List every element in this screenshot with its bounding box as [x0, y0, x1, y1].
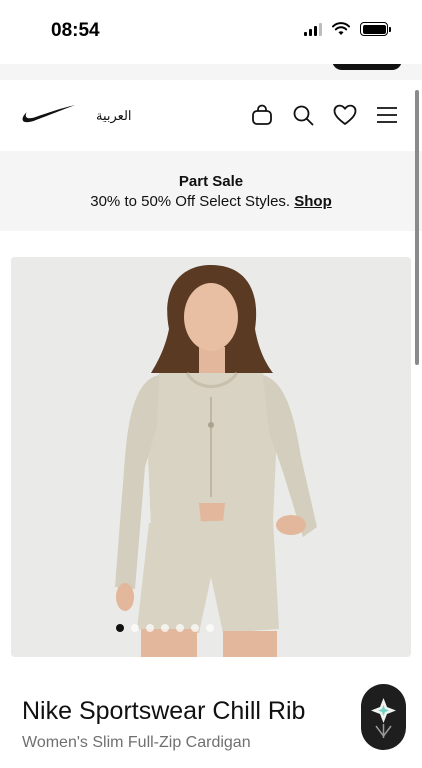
- bag-icon[interactable]: [251, 104, 273, 126]
- search-icon[interactable]: [292, 104, 314, 126]
- language-link[interactable]: العربية: [96, 108, 132, 124]
- carousel-dot[interactable]: [176, 624, 184, 632]
- product-image-carousel[interactable]: [11, 257, 411, 657]
- nike-swoosh-logo[interactable]: [22, 104, 76, 124]
- wifi-icon: [332, 22, 350, 35]
- assistant-badge[interactable]: [361, 684, 406, 750]
- product-subtitle: Women's Slim Full-Zip Cardigan: [22, 734, 251, 751]
- carousel-dot[interactable]: [116, 624, 124, 632]
- heart-icon[interactable]: [333, 104, 357, 126]
- partial-button[interactable]: [332, 64, 402, 70]
- carousel-dot[interactable]: [161, 624, 169, 632]
- promo-text: 30% to 50% Off Select Styles.: [90, 193, 295, 210]
- battery-icon: [360, 22, 391, 36]
- signal-icon: [304, 22, 322, 36]
- carousel-dot[interactable]: [131, 624, 139, 632]
- promo-title: Part Sale: [178, 173, 244, 190]
- product-photo: [11, 257, 411, 657]
- carousel-dot[interactable]: [146, 624, 154, 632]
- carousel-dot[interactable]: [206, 624, 214, 632]
- carousel-dots: [11, 624, 411, 632]
- shop-link[interactable]: Shop: [294, 193, 332, 210]
- site-header: العربية: [0, 80, 422, 150]
- status-icons: [304, 22, 391, 36]
- carousel-dot[interactable]: [191, 624, 199, 632]
- product-name: Nike Sportswear Chill Rib: [22, 697, 306, 725]
- sparkle-icon: [371, 698, 396, 738]
- top-strip: [0, 64, 422, 80]
- promo-banner: Part Sale 30% to 50% Off Select Styles. …: [0, 151, 422, 231]
- status-bar: 08:54: [0, 0, 422, 64]
- promo-text-line: 30% to 50% Off Select Styles. Shop: [0, 193, 422, 210]
- page-scrollbar[interactable]: [415, 90, 419, 365]
- status-time: 08:54: [51, 20, 100, 41]
- header-actions: [251, 104, 398, 126]
- menu-icon[interactable]: [376, 105, 398, 125]
